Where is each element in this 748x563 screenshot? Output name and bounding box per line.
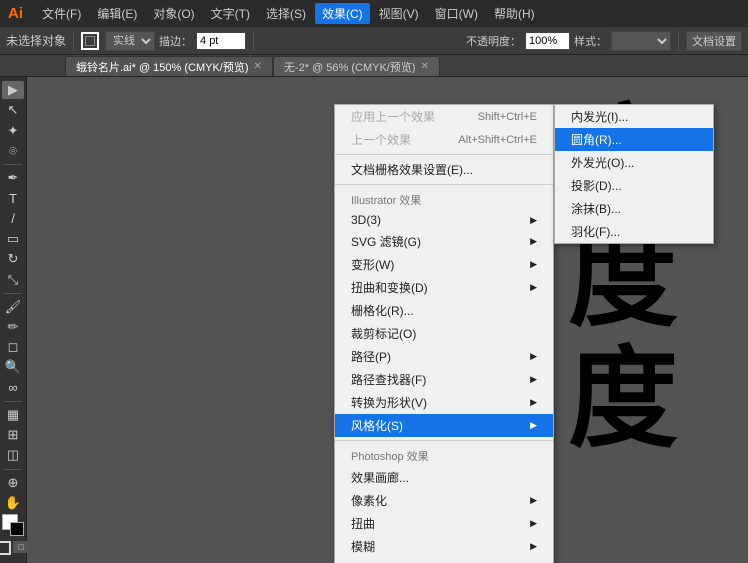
paintbrush-tool[interactable]: 🖌 xyxy=(2,297,24,315)
direct-selection-tool[interactable]: ↖ xyxy=(2,101,24,119)
effect-stylize[interactable]: 风格化(S) xyxy=(335,414,553,437)
illustrator-section-label: Illustrator 效果 xyxy=(335,188,553,210)
scale-tool[interactable]: ⤡ xyxy=(2,270,24,288)
tab-1-label: 蛾铃名片.ai* @ 150% (CMYK/预览) xyxy=(76,59,249,75)
effect-distort[interactable]: 扭曲和变换(D) xyxy=(335,276,553,299)
effect-path[interactable]: 路径(P) xyxy=(335,345,553,368)
effect-doc-settings[interactable]: 文档栅格效果设置(E)... xyxy=(335,158,553,181)
effect-crop-marks[interactable]: 裁剪标记(O) xyxy=(335,322,553,345)
pen-tool[interactable]: ✒ xyxy=(2,169,24,187)
menu-object[interactable]: 对象(O) xyxy=(146,3,201,24)
tool-sep-4 xyxy=(4,469,22,470)
effect-distort-ps[interactable]: 扭曲 xyxy=(335,512,553,535)
effect-pathfinder[interactable]: 路径查找器(F) xyxy=(335,368,553,391)
stylize-outer-glow[interactable]: 外发光(O)... xyxy=(555,151,713,174)
menu-file[interactable]: 文件(F) xyxy=(35,3,88,24)
tab-2-close[interactable]: ✕ xyxy=(421,61,429,72)
effect-sep-2 xyxy=(335,184,553,185)
tool-sep-1 xyxy=(4,164,22,165)
stroke-size-input[interactable] xyxy=(196,32,246,50)
effect-apply-last: 应用上一个效果 Shift+Ctrl+E xyxy=(335,105,553,128)
stylize-inner-glow[interactable]: 内发光(I)... xyxy=(555,105,713,128)
toolbar: 未选择对象 实线 描边： 不透明度： 样式： 文档设置 xyxy=(0,27,748,55)
doc-settings-btn[interactable]: 文档设置 xyxy=(686,31,742,51)
graph-tool[interactable]: ▦ xyxy=(2,406,24,424)
effect-blur[interactable]: 模糊 xyxy=(335,535,553,558)
magic-wand-tool[interactable]: ✦ xyxy=(2,122,24,140)
effect-pixelate[interactable]: 像素化 xyxy=(335,489,553,512)
tab-2[interactable]: 无-2* @ 56% (CMYK/预览) ✕ xyxy=(273,56,440,76)
tab-bar: 蛾铃名片.ai* @ 150% (CMYK/预览) ✕ 无-2* @ 56% (… xyxy=(0,55,748,77)
hand-tool[interactable]: ✋ xyxy=(2,494,24,512)
background-color[interactable] xyxy=(10,522,24,536)
effect-warp[interactable]: 变形(W) xyxy=(335,253,553,276)
toolbar-sep-1 xyxy=(73,32,74,50)
tab-2-label: 无-2* @ 56% (CMYK/预览) xyxy=(284,59,416,75)
style-select[interactable] xyxy=(611,31,671,51)
tab-1-close[interactable]: ✕ xyxy=(254,61,262,72)
ai-logo: Ai xyxy=(8,5,23,22)
effect-svg-filter[interactable]: SVG 滤镜(G) xyxy=(335,230,553,253)
effect-rasterize[interactable]: 栅格化(R)... xyxy=(335,299,553,322)
opacity-input[interactable] xyxy=(525,32,570,50)
stroke-label: 描边： xyxy=(159,33,192,49)
tool-sep-2 xyxy=(4,293,22,294)
stylize-scribble[interactable]: 涂抹(B)... xyxy=(555,197,713,220)
main-area: ▶ ↖ ✦ ⌾ ✒ T / ▭ ↻ ⤡ 🖌 ✏ ◻ 🔍 ∞ ▦ ⊞ ◫ ⊕ ✋ xyxy=(0,77,748,563)
fg-bg-color[interactable] xyxy=(2,514,24,536)
toolbar-sep-3 xyxy=(678,32,679,50)
stroke-icon xyxy=(81,32,99,50)
menu-window[interactable]: 窗口(W) xyxy=(428,3,485,24)
canvas-area: 百 度 百 度 百 度 应用上一个效果 Shift+Ctrl+E 上一个效果 A… xyxy=(27,77,748,563)
effect-last: 上一个效果 Alt+Shift+Ctrl+E xyxy=(335,128,553,151)
eyedropper-tool[interactable]: 🔍 xyxy=(2,358,24,376)
effect-sep-3 xyxy=(335,440,553,441)
rectangle-tool[interactable]: ▭ xyxy=(2,230,24,248)
no-selection-label: 未选择对象 xyxy=(6,32,66,49)
effect-3d[interactable]: 3D(3) xyxy=(335,210,553,230)
stylize-feather[interactable]: 羽化(F)... xyxy=(555,220,713,243)
effect-gallery[interactable]: 效果画廊... xyxy=(335,466,553,489)
pencil-tool[interactable]: ✏ xyxy=(2,318,24,336)
menu-help[interactable]: 帮助(H) xyxy=(487,3,542,24)
photoshop-section-label: Photoshop 效果 xyxy=(335,444,553,466)
eraser-tool[interactable]: ◻ xyxy=(2,338,24,356)
type-tool[interactable]: T xyxy=(2,189,24,207)
stroke-type-select[interactable]: 实线 xyxy=(105,31,155,51)
rotate-tool[interactable]: ↻ xyxy=(2,250,24,268)
title-bar: Ai 文件(F) 编辑(E) 对象(O) 文字(T) 选择(S) 效果(C) 视… xyxy=(0,0,748,27)
menu-effect[interactable]: 效果(C) xyxy=(315,3,370,24)
tab-1[interactable]: 蛾铃名片.ai* @ 150% (CMYK/预览) ✕ xyxy=(65,56,273,76)
effect-sep-1 xyxy=(335,154,553,155)
blend-tool[interactable]: ∞ xyxy=(2,379,24,397)
menu-type[interactable]: 文字(T) xyxy=(204,3,257,24)
stroke-color[interactable] xyxy=(0,541,11,555)
menu-select[interactable]: 选择(S) xyxy=(259,3,313,24)
menu-edit[interactable]: 编辑(E) xyxy=(90,3,144,24)
menu-view[interactable]: 视图(V) xyxy=(372,3,426,24)
stylize-submenu: 内发光(I)... 圆角(R)... 外发光(O)... 投影(D)... 涂抹… xyxy=(554,104,714,244)
effect-brush-strokes[interactable]: 画笔描边 xyxy=(335,558,553,563)
color-swatches: □ xyxy=(0,514,29,555)
menu-bar: 文件(F) 编辑(E) 对象(O) 文字(T) 选择(S) 效果(C) 视图(V… xyxy=(35,3,542,24)
effect-convert-shape[interactable]: 转换为形状(V) xyxy=(335,391,553,414)
stylize-round-corners[interactable]: 圆角(R)... xyxy=(555,128,713,151)
tool-sep-3 xyxy=(4,401,22,402)
effect-dropdown: 应用上一个效果 Shift+Ctrl+E 上一个效果 Alt+Shift+Ctr… xyxy=(334,104,554,563)
selection-tool[interactable]: ▶ xyxy=(2,81,24,99)
mesh-tool[interactable]: ⊞ xyxy=(2,426,24,444)
opacity-label: 不透明度： xyxy=(466,33,521,49)
lasso-tool[interactable]: ⌾ xyxy=(2,142,24,160)
toolbar-right: 不透明度： 样式： 文档设置 xyxy=(466,31,742,51)
stylize-drop-shadow[interactable]: 投影(D)... xyxy=(555,174,713,197)
zoom-tool[interactable]: ⊕ xyxy=(2,473,24,491)
style-label: 样式： xyxy=(574,33,607,49)
toolbar-sep-2 xyxy=(253,32,254,50)
line-tool[interactable]: / xyxy=(2,210,24,228)
gradient-tool[interactable]: ◫ xyxy=(2,446,24,464)
toolbox: ▶ ↖ ✦ ⌾ ✒ T / ▭ ↻ ⤡ 🖌 ✏ ◻ 🔍 ∞ ▦ ⊞ ◫ ⊕ ✋ xyxy=(0,77,27,563)
